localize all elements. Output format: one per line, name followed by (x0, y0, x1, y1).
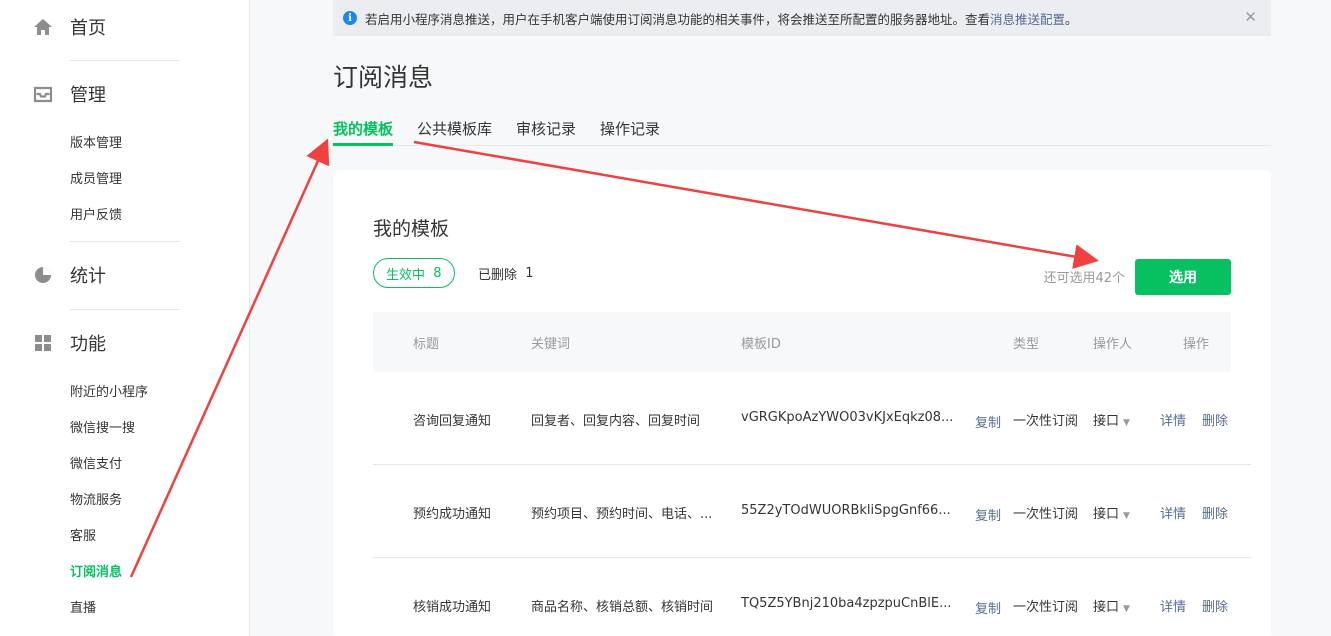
close-icon[interactable]: ✕ (1244, 8, 1257, 26)
tab-public-library[interactable]: 公共模板库 (417, 116, 492, 146)
operator-dropdown[interactable]: 接口 ▼ (1093, 410, 1130, 429)
nav-manage[interactable]: 管理 (32, 79, 106, 109)
row-operator: 接口 (1093, 507, 1120, 522)
sidebar-item-pay[interactable]: 微信支付 (70, 455, 122, 475)
header-actions: 操作 (1183, 337, 1210, 352)
detail-link[interactable]: 详情 (1160, 503, 1186, 522)
row-template-id: vGRGKpoAzYWO03vKJxEqkz08... (741, 410, 954, 425)
filter-deleted-count: 1 (525, 265, 534, 281)
chevron-down-icon: ▼ (1123, 418, 1130, 428)
operator-dropdown[interactable]: 接口 ▼ (1093, 503, 1130, 522)
select-template-button[interactable]: 选用 (1135, 259, 1231, 295)
nav-manage-label: 管理 (70, 85, 106, 106)
notice-text: 若启用小程序消息推送，用户在手机客户端使用订阅消息功能的相关事件，将会推送至所配… (365, 11, 991, 27)
chevron-down-icon: ▼ (1123, 604, 1130, 614)
nav-stats[interactable]: 统计 (32, 260, 106, 290)
filter-deleted-label: 已删除 (478, 267, 518, 283)
info-icon: i (343, 11, 357, 25)
table-row: 预约成功通知 预约项目、预约时间、电话、... 55Z2yTOdWUORBkli… (373, 465, 1251, 558)
header-template-id: 模板ID (741, 337, 781, 352)
operator-dropdown[interactable]: 接口 ▼ (1093, 596, 1130, 615)
row-type: 一次性订阅 (1013, 507, 1079, 522)
nav-features-label: 功能 (70, 334, 106, 355)
table-row: 核销成功通知 商品名称、核销总额、核销时间 TQ5Z5YBnj210ba4zpz… (373, 558, 1251, 636)
filter-active-label: 生效中 (386, 267, 426, 283)
header-type: 类型 (1013, 337, 1040, 352)
nav-home[interactable]: 首页 (32, 12, 106, 42)
sidebar-item-customer-service[interactable]: 客服 (70, 527, 96, 547)
row-type: 一次性订阅 (1013, 600, 1079, 615)
row-keywords: 回复者、回复内容、回复时间 (531, 414, 701, 429)
divider (70, 241, 180, 242)
filter-active-count: 8 (433, 265, 442, 281)
sidebar-item-feedback[interactable]: 用户反馈 (70, 206, 122, 226)
divider (70, 309, 180, 310)
sidebar-item-version[interactable]: 版本管理 (70, 134, 122, 154)
tab-my-templates[interactable]: 我的模板 (333, 116, 394, 146)
tab-operation-records[interactable]: 操作记录 (600, 116, 660, 146)
templates-card: 我的模板 生效中 8 已删除 1 还可选用42个 选用 标题 关键词 模板ID … (333, 170, 1271, 636)
nav-features[interactable]: 功能 (32, 328, 106, 358)
row-template-id: TQ5Z5YBnj210ba4zpzpuCnBlE... (741, 596, 952, 611)
inbox-icon (32, 83, 54, 105)
copy-button[interactable]: 复制 (975, 505, 1001, 524)
header-keywords: 关键词 (531, 337, 571, 352)
notice-link[interactable]: 消息推送配置 (990, 9, 1065, 28)
row-type: 一次性订阅 (1013, 414, 1079, 429)
sidebar-item-members[interactable]: 成员管理 (70, 170, 122, 190)
sidebar-item-live[interactable]: 直播 (70, 599, 96, 619)
row-keywords: 商品名称、核销总额、核销时间 (531, 600, 714, 615)
filter-active[interactable]: 生效中 8 (373, 258, 455, 288)
row-operator: 接口 (1093, 600, 1120, 615)
row-keywords: 预约项目、预约时间、电话、... (531, 507, 713, 522)
detail-link[interactable]: 详情 (1160, 596, 1186, 615)
sidebar-item-search[interactable]: 微信搜一搜 (70, 419, 135, 439)
chevron-down-icon: ▼ (1123, 511, 1130, 521)
remaining-count: 还可选用42个 (1043, 271, 1125, 286)
delete-link[interactable]: 删除 (1202, 503, 1228, 522)
header-title: 标题 (413, 337, 440, 352)
row-title: 咨询回复通知 (413, 414, 492, 429)
sidebar-item-nearby[interactable]: 附近的小程序 (70, 383, 148, 403)
main-content: i 若启用小程序消息推送，用户在手机客户端使用订阅消息功能的相关事件，将会推送至… (250, 0, 1331, 636)
sidebar-item-subscribe-message[interactable]: 订阅消息 (70, 563, 122, 583)
delete-link[interactable]: 删除 (1202, 596, 1228, 615)
row-title: 核销成功通知 (413, 600, 492, 615)
row-operator: 接口 (1093, 414, 1120, 429)
pie-chart-icon (32, 264, 54, 286)
detail-link[interactable]: 详情 (1160, 410, 1186, 429)
sidebar: 首页 管理 版本管理 成员管理 用户反馈 统计 功能 附近的小程序 微信搜一搜 … (0, 0, 250, 636)
card-title: 我的模板 (373, 218, 450, 240)
copy-button[interactable]: 复制 (975, 412, 1001, 431)
table-header: 标题 关键词 模板ID 类型 操作人 操作 (373, 312, 1231, 372)
notice-banner: i 若启用小程序消息推送，用户在手机客户端使用订阅消息功能的相关事件，将会推送至… (333, 0, 1271, 36)
header-operator: 操作人 (1093, 337, 1133, 352)
page-title: 订阅消息 (333, 63, 434, 92)
grid-icon (32, 332, 54, 354)
row-template-id: 55Z2yTOdWUORBkliSpgGnf66... (741, 503, 951, 518)
row-title: 预约成功通知 (413, 507, 492, 522)
sidebar-item-logistics[interactable]: 物流服务 (70, 491, 122, 511)
tab-review-records[interactable]: 审核记录 (516, 116, 576, 146)
table-row: 咨询回复通知 回复者、回复内容、回复时间 vGRGKpoAzYWO03vKJxE… (373, 372, 1251, 465)
divider (70, 60, 180, 61)
delete-link[interactable]: 删除 (1202, 410, 1228, 429)
copy-button[interactable]: 复制 (975, 598, 1001, 617)
filter-deleted[interactable]: 已删除 1 (478, 258, 534, 288)
tab-bar: 我的模板 公共模板库 审核记录 操作记录 (333, 116, 1271, 146)
nav-home-label: 首页 (70, 18, 106, 39)
notice-suffix: 。 (1065, 11, 1078, 27)
home-icon (32, 16, 54, 38)
nav-stats-label: 统计 (70, 266, 106, 287)
